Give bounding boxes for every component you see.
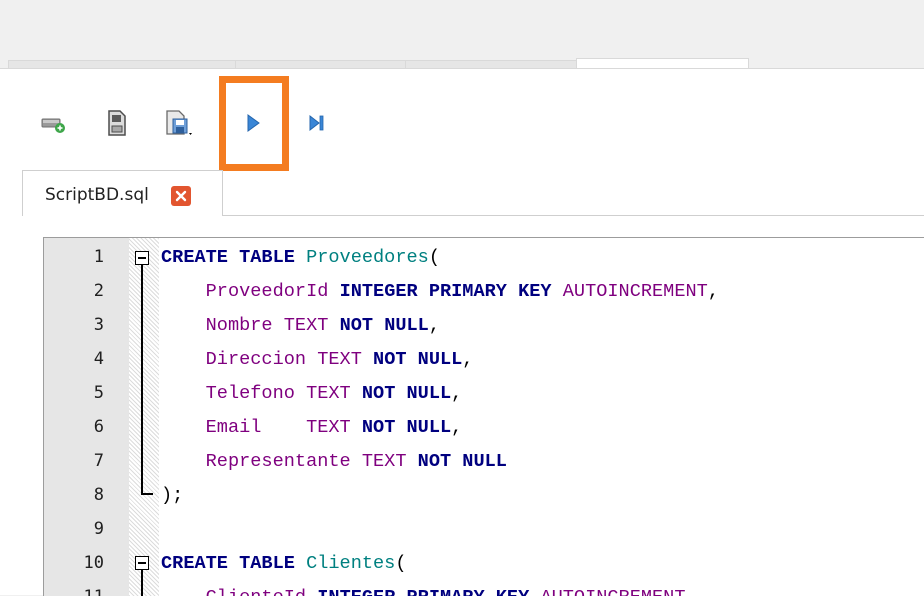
code-line: 7 Representante TEXT NOT NULL — [44, 446, 924, 480]
file-tabs-divider — [223, 215, 924, 216]
execute-highlight-box — [219, 76, 289, 171]
code-line: 6 Email TEXT NOT NULL, — [44, 412, 924, 446]
line-number: 2 — [93, 281, 104, 301]
code-token: NOT NULL — [361, 417, 452, 438]
code-token: NOT NULL — [373, 349, 463, 370]
code-token: NOT NULL — [339, 315, 429, 336]
execute-line-icon — [305, 111, 329, 139]
code-token: Telefono TEXT — [205, 383, 351, 404]
code-text: ); — [161, 485, 183, 506]
code-line: 5 Telefono TEXT NOT NULL, — [44, 378, 924, 412]
code-token: AUTOINCREMENT — [562, 281, 708, 302]
code-line: 3 Nombre TEXT NOT NULL, — [44, 310, 924, 344]
code-line: 4 Direccion TEXT NOT NULL, — [44, 344, 924, 378]
code-token: Nombre TEXT — [205, 315, 329, 336]
open-file-icon — [103, 108, 131, 142]
code-text: Telefono TEXT NOT NULL, — [161, 383, 463, 404]
code-token: ProveedorId — [205, 281, 329, 302]
line-number: 4 — [93, 349, 104, 369]
code-token: NOT NULL — [417, 451, 507, 472]
main-tab-bar: Database Structure Browse Data Edit Prag… — [0, 28, 924, 96]
open-sql-file-button[interactable] — [100, 105, 134, 145]
line-number: 10 — [83, 553, 104, 573]
line-number: 9 — [93, 519, 104, 539]
code-token: , — [462, 349, 474, 370]
code-text: Nombre TEXT NOT NULL, — [161, 315, 440, 336]
code-token: Proveedores — [306, 247, 429, 268]
code-line: 11 ClienteId INTEGER PRIMARY KEY AUTOINC… — [44, 582, 924, 596]
code-token: Email TEXT — [205, 417, 351, 438]
line-number: 1 — [93, 247, 104, 267]
code-token: Clientes — [306, 553, 396, 574]
save-sql-file-button[interactable] — [162, 105, 196, 145]
sql-editor[interactable]: 1 CREATE TABLE Proveedores(2 ProveedorId … — [43, 237, 924, 596]
code-token: ); — [161, 485, 184, 506]
code-token: Representante TEXT — [205, 451, 407, 472]
code-token: ( — [395, 553, 407, 574]
code-token: , — [428, 315, 440, 336]
code-token: INTEGER PRIMARY KEY — [339, 281, 552, 302]
code-text: CREATE TABLE Proveedores( — [161, 247, 440, 268]
code-text: ProveedorId INTEGER PRIMARY KEY AUTOINCR… — [161, 281, 719, 302]
execute-current-line-button[interactable] — [300, 105, 334, 145]
code-line: 1 CREATE TABLE Proveedores( — [44, 242, 924, 276]
code-line: 2 ProveedorId INTEGER PRIMARY KEY AUTOIN… — [44, 276, 924, 310]
code-text: Direccion TEXT NOT NULL, — [161, 349, 474, 370]
line-number: 6 — [93, 417, 104, 437]
code-token: CREATE TABLE — [161, 247, 295, 268]
save-file-icon — [163, 108, 195, 142]
code-token: Direccion TEXT — [205, 349, 362, 370]
close-icon[interactable] — [171, 186, 191, 206]
line-number: 5 — [93, 383, 104, 403]
code-token: CREATE TABLE — [161, 553, 295, 574]
code-token: ( — [428, 247, 440, 268]
code-lines: 1 CREATE TABLE Proveedores(2 ProveedorId … — [44, 242, 924, 596]
top-strip — [0, 0, 924, 28]
code-line: 9 — [44, 514, 924, 548]
code-token: , — [707, 281, 719, 302]
code-text: Email TEXT NOT NULL, — [161, 417, 463, 438]
open-tab-icon — [39, 111, 67, 139]
code-line: 8); — [44, 480, 924, 514]
file-tab-label: ScriptBD.sql — [45, 185, 149, 205]
code-text: CREATE TABLE Clientes( — [161, 553, 407, 574]
code-token: , — [451, 383, 463, 404]
sql-file-tabs: ScriptBD.sql — [22, 170, 924, 216]
file-tab-scriptbd[interactable]: ScriptBD.sql — [22, 170, 223, 216]
line-number: 7 — [93, 451, 104, 471]
code-token: , — [451, 417, 463, 438]
line-number: 3 — [93, 315, 104, 335]
code-line: 10 CREATE TABLE Clientes( — [44, 548, 924, 582]
line-number: 8 — [93, 485, 104, 505]
open-tab-button[interactable] — [36, 105, 70, 145]
code-text: Representante TEXT NOT NULL — [161, 451, 507, 472]
code-token: NOT NULL — [361, 383, 452, 404]
